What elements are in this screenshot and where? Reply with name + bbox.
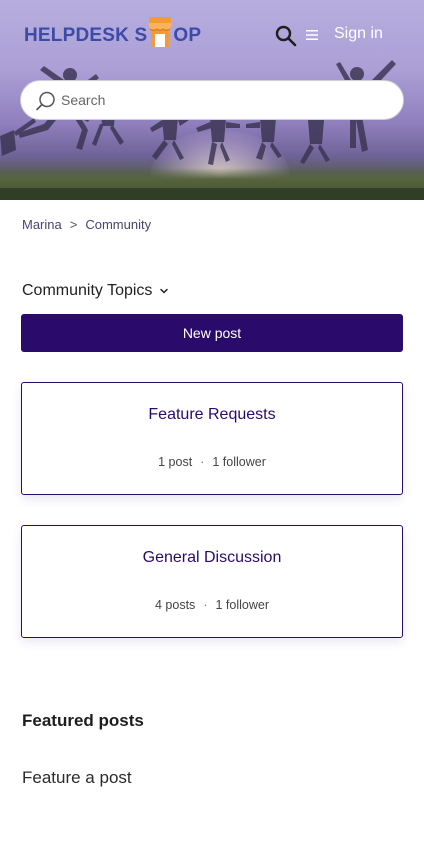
feature-a-post-link[interactable]: Feature a post — [22, 768, 132, 788]
topic-card-general-discussion[interactable]: General Discussion 4 posts · 1 follower — [21, 525, 403, 638]
featured-posts-heading: Featured posts — [22, 711, 144, 730]
topic-title[interactable]: Feature Requests — [22, 406, 402, 424]
new-post-button[interactable]: New post — [21, 314, 403, 352]
meta-separator: · — [200, 455, 205, 469]
topic-title[interactable]: General Discussion — [22, 549, 402, 567]
community-topics-dropdown[interactable]: Community Topics — [22, 282, 169, 300]
topic-post-count: 4 posts — [155, 598, 196, 612]
sign-in-link[interactable]: Sign in — [334, 25, 383, 43]
breadcrumb-item-community[interactable]: Community — [85, 217, 151, 232]
search-input[interactable] — [61, 81, 391, 119]
shop-icon — [148, 17, 173, 47]
topic-meta: 4 posts · 1 follower — [22, 598, 402, 612]
breadcrumb: Marina > Community — [22, 217, 151, 232]
search-bar[interactable] — [20, 80, 404, 120]
search-field-icon — [36, 91, 55, 111]
logo-text-right: OP — [173, 25, 202, 46]
topic-follower-count: 1 follower — [212, 455, 266, 469]
menu-icon[interactable] — [305, 28, 319, 42]
breadcrumb-item-marina[interactable]: Marina — [22, 217, 62, 232]
breadcrumb-separator: > — [69, 217, 78, 232]
topic-card-feature-requests[interactable]: Feature Requests 1 post · 1 follower — [21, 382, 403, 495]
topic-post-count: 1 post — [158, 455, 193, 469]
search-icon[interactable] — [274, 24, 298, 48]
logo-text-left: HELPDESK S — [24, 25, 148, 46]
topic-meta: 1 post · 1 follower — [22, 455, 402, 469]
chevron-down-icon — [160, 288, 169, 294]
community-topics-label: Community Topics — [22, 282, 153, 299]
meta-separator: · — [203, 598, 208, 612]
helpdesk-shop-logo[interactable]: HELPDESK S OP — [24, 14, 201, 50]
topic-follower-count: 1 follower — [215, 598, 269, 612]
